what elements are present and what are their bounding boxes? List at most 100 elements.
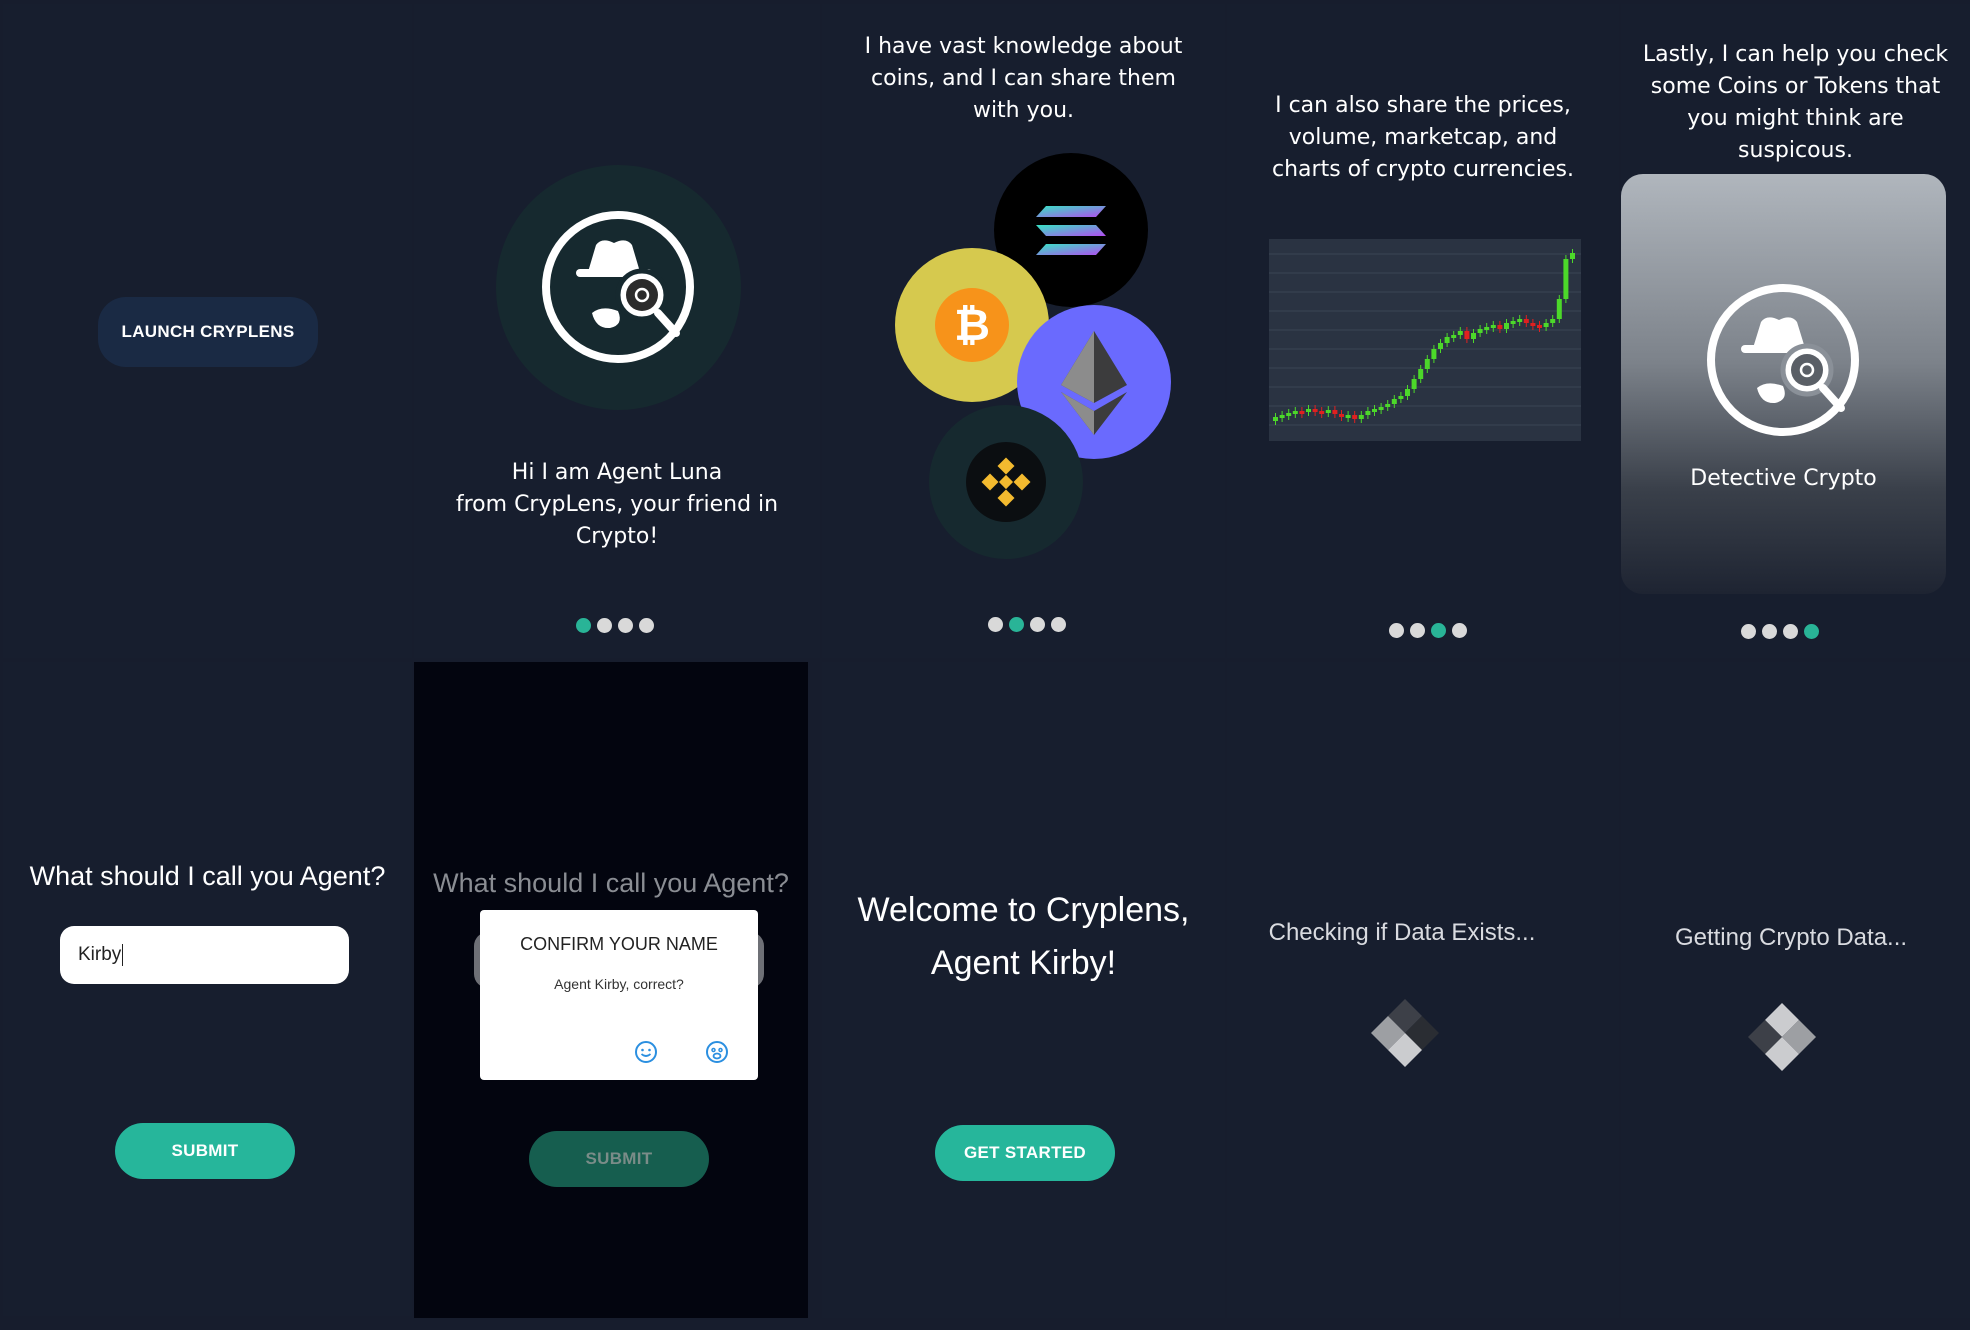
submit-button-dimmed: SUBMIT	[529, 1131, 709, 1187]
candle-body	[1299, 411, 1305, 414]
candle-body	[1444, 337, 1450, 343]
screen-welcome: Welcome to Cryplens, Agent Kirby! GET ST…	[822, 662, 1225, 1318]
candle-body	[1405, 389, 1410, 396]
name-question: What should I call you Agent?	[29, 861, 386, 891]
candle-body	[1279, 415, 1285, 418]
candle-body	[1345, 415, 1351, 418]
screen-intro-luna: Hi I am Agent Luna from CrypLens, your f…	[414, 4, 820, 658]
pager-dot	[1009, 617, 1024, 632]
candle-body	[1378, 407, 1384, 410]
screen-confirm-name: What should I call you Agent? SUBMIT CON…	[414, 662, 808, 1318]
candle-body	[1273, 417, 1278, 421]
candle-body	[1372, 409, 1377, 412]
smile-icon[interactable]	[634, 1040, 658, 1064]
screen-detective: Lastly, I can help you check some Coins …	[1621, 4, 1970, 658]
pager-dot	[1431, 623, 1446, 638]
pager-dot	[618, 618, 633, 633]
charts-text: I can also share the prices, volume, mar…	[1272, 93, 1574, 182]
pager-dot	[1051, 617, 1066, 632]
pager-dot	[1741, 624, 1756, 639]
candle-body	[1418, 369, 1424, 379]
pager-dots	[1741, 624, 1819, 639]
name-input[interactable]: Kirby	[60, 926, 349, 984]
pager-dot	[1804, 624, 1819, 639]
pager-dot	[576, 618, 591, 633]
get-started-button[interactable]: GET STARTED	[935, 1125, 1115, 1181]
candle-body	[1550, 319, 1556, 323]
detective-card[interactable]: Detective Crypto	[1621, 174, 1946, 594]
candle-body	[1292, 411, 1298, 414]
pager-dot	[1030, 617, 1045, 632]
candle-body	[1537, 325, 1542, 328]
candle-body	[1530, 323, 1536, 326]
candle-body	[1497, 325, 1503, 329]
coins-text: I have vast knowledge about coins, and I…	[864, 34, 1183, 123]
pager-dot	[639, 618, 654, 633]
candle-body	[1438, 343, 1443, 349]
detective-icon	[542, 211, 694, 363]
candle-body	[1484, 327, 1490, 330]
candle-body	[1385, 404, 1391, 407]
screen-getting-data: Getting Crypto Data...	[1621, 662, 1970, 1318]
candle-body	[1471, 333, 1476, 339]
candle-body	[1563, 259, 1569, 299]
candle-body	[1424, 359, 1430, 369]
candle-body	[1332, 410, 1338, 414]
intro-text: Hi I am Agent Luna from CrypLens, your f…	[455, 460, 779, 549]
pager-dot	[988, 617, 1003, 632]
name-question-dimmed: What should I call you Agent?	[433, 868, 789, 898]
launch-cryplens-button[interactable]: LAUNCH CRYPLENS	[98, 297, 318, 367]
candle-body	[1306, 409, 1311, 412]
candle-body	[1339, 414, 1344, 417]
screen-launch: LAUNCH CRYPLENS	[3, 4, 412, 658]
screen-name-input: What should I call you Agent? Kirby SUBM…	[3, 662, 412, 1316]
candle-body	[1457, 331, 1463, 335]
detective-icon	[1707, 284, 1859, 436]
pager-dot	[1452, 623, 1467, 638]
detective-card-label: Detective Crypto	[1690, 466, 1877, 491]
pager-dot	[1389, 623, 1404, 638]
welcome-text: Welcome to Cryplens, Agent Kirby!	[857, 891, 1190, 982]
candle-body	[1570, 253, 1575, 259]
dialog-title: CONFIRM YOUR NAME	[520, 934, 718, 954]
loading-spinner-icon	[1371, 999, 1439, 1067]
candle-body	[1319, 411, 1325, 414]
agent-avatar	[496, 165, 741, 410]
candle-body	[1556, 299, 1562, 319]
candle-body	[1517, 319, 1523, 322]
pager-dots	[988, 617, 1066, 632]
name-input-value: Kirby	[78, 944, 122, 965]
screen-checking-data: Checking if Data Exists...	[1227, 662, 1619, 1318]
screen-charts: I can also share the prices, volume, mar…	[1227, 4, 1619, 658]
pager-dot	[1410, 623, 1425, 638]
candle-body	[1358, 415, 1364, 419]
pager-dot	[597, 618, 612, 633]
candle-body	[1510, 321, 1516, 324]
dialog-message: Agent Kirby, correct?	[554, 976, 684, 992]
pager-dot	[1762, 624, 1777, 639]
candle-body	[1477, 329, 1483, 333]
screen-coins: I have vast knowledge about coins, and I…	[822, 4, 1225, 658]
price-chart	[1269, 239, 1581, 441]
candle-body	[1398, 396, 1404, 399]
candle-body	[1543, 323, 1549, 327]
candle-body	[1464, 331, 1470, 339]
candle-body	[1431, 349, 1437, 359]
candle-body	[1352, 415, 1358, 419]
candle-body	[1490, 325, 1496, 328]
checking-status: Checking if Data Exists...	[1268, 919, 1536, 946]
confirm-dialog: CONFIRM YOUR NAME Agent Kirby, correct?	[480, 910, 758, 1080]
candle-body	[1365, 411, 1371, 415]
pager-dots	[1389, 623, 1467, 638]
crying-face-icon[interactable]	[705, 1040, 729, 1064]
binance-icon	[929, 405, 1083, 559]
candle-body	[1504, 323, 1509, 329]
candle-body	[1411, 379, 1417, 389]
pager-dots	[576, 618, 654, 633]
candle-body	[1391, 399, 1397, 404]
candle-body	[1523, 319, 1529, 323]
submit-button[interactable]: SUBMIT	[115, 1123, 295, 1179]
getting-status: Getting Crypto Data...	[1674, 924, 1908, 951]
candle-body	[1325, 410, 1331, 413]
candle-body	[1312, 409, 1318, 412]
